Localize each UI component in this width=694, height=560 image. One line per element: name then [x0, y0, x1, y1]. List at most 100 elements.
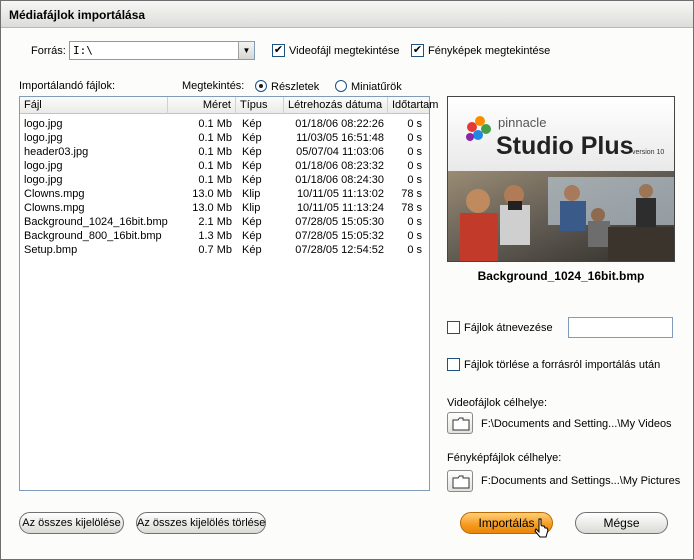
view-thumbs-label: Miniatűrök: [351, 81, 402, 93]
video-destination-path: F:\Documents and Setting...\My Videos: [481, 418, 672, 430]
file-name-cell: Clowns.mpg: [24, 188, 85, 200]
file-name-cell: Setup.bmp: [24, 244, 78, 256]
file-size-cell: 0.1 Mb: [198, 132, 232, 144]
photo-preview-label: Fényképek megtekintése: [428, 45, 551, 57]
mouse-cursor-icon: [534, 518, 549, 538]
brand-text: pinnacle: [498, 115, 546, 130]
file-duration-cell: 0 s: [407, 118, 422, 130]
file-name-cell: Background_800_16bit.bmp: [24, 230, 162, 242]
file-name-cell: logo.jpg: [24, 160, 63, 172]
title-bar: Médiafájlok importálása: [1, 1, 693, 28]
video-destination-label: Videofájlok célhelye:: [447, 397, 548, 409]
photo-folder-button[interactable]: [447, 470, 473, 492]
table-row[interactable]: Clowns.mpg 13.0 Mb Klip 10/11/05 11:13:02 78…: [20, 187, 429, 201]
photo-destination-label: Fényképfájlok célhelye:: [447, 452, 562, 464]
view-details-label: Részletek: [271, 81, 320, 93]
file-size-cell: 13.0 Mb: [192, 188, 232, 200]
delete-after-import-label: Fájlok törlése a forrásról importálás ut…: [464, 359, 661, 371]
version-text: version 10: [632, 149, 664, 156]
file-date-cell: 10/11/05 11:13:02: [296, 188, 384, 200]
table-row[interactable]: logo.jpg 0.1 Mb Kép 01/18/06 08:23:32 0 s: [20, 159, 429, 173]
table-row[interactable]: header03.jpg 0.1 Mb Kép 05/07/04 11:03:06 0 …: [20, 145, 429, 159]
clear-selection-button[interactable]: Az összes kijelölés törlése: [136, 512, 266, 534]
file-name-cell: header03.jpg: [24, 146, 89, 158]
delete-after-import-checkbox[interactable]: [447, 358, 460, 371]
rename-checkbox[interactable]: [447, 321, 460, 334]
select-all-button[interactable]: Az összes kijelölése: [19, 512, 124, 534]
file-duration-cell: 0 s: [407, 244, 422, 256]
file-duration-cell: 0 s: [407, 174, 422, 186]
table-row[interactable]: Background_1024_16bit.bmp 2.1 Mb Kép 07/28/…: [20, 215, 429, 229]
file-date-cell: 11/03/05 16:51:48: [296, 132, 384, 144]
file-duration-cell: 78 s: [401, 188, 422, 200]
file-size-cell: 0.1 Mb: [198, 174, 232, 186]
file-duration-cell: 78 s: [401, 202, 422, 214]
file-type-cell: Kép: [242, 216, 262, 228]
video-preview-checkbox[interactable]: ✔: [272, 44, 285, 57]
view-label: Megtekintés:: [182, 80, 245, 92]
column-header-size[interactable]: Méret: [168, 97, 236, 114]
file-date-cell: 07/28/05 12:54:52: [295, 244, 384, 256]
preview-filename: Background_1024_16bit.bmp: [477, 269, 645, 283]
table-row[interactable]: logo.jpg 0.1 Mb Kép 01/18/06 08:24:30 0 s: [20, 173, 429, 187]
cancel-button[interactable]: Mégse: [575, 512, 668, 534]
file-name-cell: logo.jpg: [24, 118, 63, 130]
source-value: I:\: [73, 44, 93, 57]
source-select[interactable]: I:\ ▼: [69, 41, 255, 60]
file-size-cell: 1.3 Mb: [198, 230, 232, 242]
file-size-cell: 0.7 Mb: [198, 244, 232, 256]
file-size-cell: 0.1 Mb: [198, 118, 232, 130]
table-row[interactable]: Clowns.mpg 13.0 Mb Klip 10/11/05 11:13:24 78…: [20, 201, 429, 215]
file-type-cell: Klip: [242, 202, 261, 214]
file-name-cell: logo.jpg: [24, 174, 63, 186]
table-row[interactable]: Setup.bmp 0.7 Mb Kép 07/28/05 12:54:52 0 s: [20, 243, 429, 257]
file-date-cell: 01/18/06 08:23:32: [295, 160, 384, 172]
product-text: Studio Plus: [496, 132, 634, 160]
file-date-cell: 05/07/04 11:03:06: [296, 146, 384, 158]
studio-plus-splash: pinnacle Studio Plus version 10: [448, 97, 674, 261]
file-duration-cell: 0 s: [407, 132, 422, 144]
photo-destination-path: F:Documents and Settings...\My Pictures: [481, 475, 681, 487]
files-section-label: Importálandó fájlok:: [19, 80, 115, 92]
file-type-cell: Klip: [242, 188, 261, 200]
file-date-cell: 07/28/05 15:05:30: [295, 216, 384, 228]
rename-input[interactable]: [568, 317, 673, 338]
file-size-cell: 0.1 Mb: [198, 160, 232, 172]
table-row[interactable]: logo.jpg 0.1 Mb Kép 01/18/06 08:22:26 0 s: [20, 117, 429, 131]
file-duration-cell: 0 s: [407, 216, 422, 228]
folder-icon: [452, 417, 470, 431]
window-title: Médiafájlok importálása: [9, 8, 146, 22]
file-type-cell: Kép: [242, 132, 262, 144]
view-thumbs-radio[interactable]: [335, 80, 347, 92]
file-type-cell: Kép: [242, 118, 262, 130]
source-label: Forrás:: [31, 45, 66, 57]
chevron-down-icon[interactable]: ▼: [238, 42, 254, 59]
video-folder-button[interactable]: [447, 412, 473, 434]
photo-preview-checkbox[interactable]: ✔: [411, 44, 424, 57]
video-preview-label: Videofájl megtekintése: [289, 45, 400, 57]
file-type-cell: Kép: [242, 146, 262, 158]
column-header-duration[interactable]: Időtartam: [388, 97, 438, 114]
column-header-date[interactable]: Létrehozás dátuma: [284, 97, 388, 114]
file-date-cell: 01/18/06 08:22:26: [295, 118, 384, 130]
file-size-cell: 13.0 Mb: [192, 202, 232, 214]
column-header-file[interactable]: Fájl: [20, 97, 168, 114]
table-row[interactable]: logo.jpg 0.1 Mb Kép 11/03/05 16:51:48 0 s: [20, 131, 429, 145]
file-date-cell: 10/11/05 11:13:24: [296, 202, 384, 214]
file-duration-cell: 0 s: [407, 230, 422, 242]
column-header-type[interactable]: Típus: [236, 97, 284, 114]
file-date-cell: 01/18/06 08:24:30: [295, 174, 384, 186]
view-details-radio[interactable]: [255, 80, 267, 92]
file-list-header: Fájl Méret Típus Létrehozás dátuma Időta…: [20, 97, 438, 114]
file-size-cell: 0.1 Mb: [198, 146, 232, 158]
file-type-cell: Kép: [242, 244, 262, 256]
file-list[interactable]: Fájl Méret Típus Létrehozás dátuma Időta…: [19, 96, 438, 491]
preview-image: pinnacle Studio Plus version 10: [447, 96, 675, 262]
file-duration-cell: 0 s: [407, 146, 422, 158]
file-date-cell: 07/28/05 15:05:32: [295, 230, 384, 242]
table-row[interactable]: Background_800_16bit.bmp 1.3 Mb Kép 07/28/0…: [20, 229, 429, 243]
file-type-cell: Kép: [242, 230, 262, 242]
file-name-cell: Background_1024_16bit.bmp: [24, 216, 168, 228]
file-size-cell: 2.1 Mb: [198, 216, 232, 228]
file-duration-cell: 0 s: [407, 160, 422, 172]
